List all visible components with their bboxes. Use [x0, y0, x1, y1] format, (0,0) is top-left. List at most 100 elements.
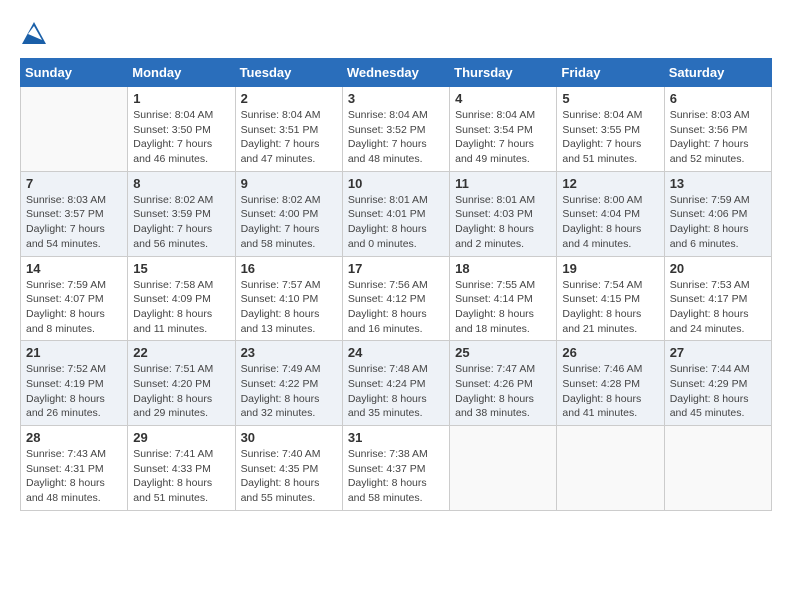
day-number: 1	[133, 91, 229, 106]
day-info: Sunrise: 8:04 AMSunset: 3:52 PMDaylight:…	[348, 108, 444, 167]
calendar-cell: 24 Sunrise: 7:48 AMSunset: 4:24 PMDayligh…	[342, 341, 449, 426]
calendar-cell: 31 Sunrise: 7:38 AMSunset: 4:37 PMDayligh…	[342, 426, 449, 511]
calendar-header-row: SundayMondayTuesdayWednesdayThursdayFrid…	[21, 59, 772, 87]
calendar-cell: 25 Sunrise: 7:47 AMSunset: 4:26 PMDayligh…	[450, 341, 557, 426]
day-number: 23	[241, 345, 337, 360]
calendar-cell	[557, 426, 664, 511]
day-number: 31	[348, 430, 444, 445]
page-header	[20, 20, 772, 48]
day-number: 5	[562, 91, 658, 106]
calendar-cell: 23 Sunrise: 7:49 AMSunset: 4:22 PMDayligh…	[235, 341, 342, 426]
day-number: 27	[670, 345, 766, 360]
calendar-cell: 29 Sunrise: 7:41 AMSunset: 4:33 PMDayligh…	[128, 426, 235, 511]
day-info: Sunrise: 7:41 AMSunset: 4:33 PMDaylight:…	[133, 447, 229, 506]
calendar-cell: 28Sunrise: 7:43 AMSunset: 4:31 PMDayligh…	[21, 426, 128, 511]
day-number: 12	[562, 176, 658, 191]
logo-icon	[20, 20, 48, 48]
day-number: 29	[133, 430, 229, 445]
day-info: Sunrise: 7:49 AMSunset: 4:22 PMDaylight:…	[241, 362, 337, 421]
calendar-table: SundayMondayTuesdayWednesdayThursdayFrid…	[20, 58, 772, 511]
day-number: 22	[133, 345, 229, 360]
calendar-cell: 7 Sunrise: 8:03 AMSunset: 3:57 PMDaylight…	[21, 171, 128, 256]
day-of-week-header: Saturday	[664, 59, 771, 87]
calendar-week-row: 14 Sunrise: 7:59 AMSunset: 4:07 PMDayligh…	[21, 256, 772, 341]
calendar-cell: 22 Sunrise: 7:51 AMSunset: 4:20 PMDayligh…	[128, 341, 235, 426]
day-info: Sunrise: 7:44 AMSunset: 4:29 PMDaylight:…	[670, 362, 766, 421]
day-of-week-header: Friday	[557, 59, 664, 87]
calendar-cell: 1 Sunrise: 8:04 AMSunset: 3:50 PMDaylight…	[128, 87, 235, 172]
day-info: Sunrise: 7:59 AMSunset: 4:06 PMDaylight:…	[670, 193, 766, 252]
calendar-cell: 20 Sunrise: 7:53 AMSunset: 4:17 PMDayligh…	[664, 256, 771, 341]
calendar-cell: 4 Sunrise: 8:04 AMSunset: 3:54 PMDaylight…	[450, 87, 557, 172]
calendar-cell: 2Sunrise: 8:04 AMSunset: 3:51 PMDaylight…	[235, 87, 342, 172]
day-number: 14	[26, 261, 122, 276]
day-info: Sunrise: 7:55 AMSunset: 4:14 PMDaylight:…	[455, 278, 551, 337]
day-number: 18	[455, 261, 551, 276]
day-of-week-header: Tuesday	[235, 59, 342, 87]
day-info: Sunrise: 7:59 AMSunset: 4:07 PMDaylight:…	[26, 278, 122, 337]
calendar-cell: 12 Sunrise: 8:00 AMSunset: 4:04 PMDayligh…	[557, 171, 664, 256]
calendar-cell	[21, 87, 128, 172]
day-number: 6	[670, 91, 766, 106]
day-number: 4	[455, 91, 551, 106]
day-info: Sunrise: 8:02 AMSunset: 4:00 PMDaylight:…	[241, 193, 337, 252]
calendar-cell: 19 Sunrise: 7:54 AMSunset: 4:15 PMDayligh…	[557, 256, 664, 341]
day-number: 10	[348, 176, 444, 191]
calendar-cell: 5 Sunrise: 8:04 AMSunset: 3:55 PMDaylight…	[557, 87, 664, 172]
day-number: 20	[670, 261, 766, 276]
calendar-week-row: 28Sunrise: 7:43 AMSunset: 4:31 PMDayligh…	[21, 426, 772, 511]
calendar-cell: 16 Sunrise: 7:57 AMSunset: 4:10 PMDayligh…	[235, 256, 342, 341]
day-info: Sunrise: 7:53 AMSunset: 4:17 PMDaylight:…	[670, 278, 766, 337]
calendar-cell	[664, 426, 771, 511]
calendar-cell: 21 Sunrise: 7:52 AMSunset: 4:19 PMDayligh…	[21, 341, 128, 426]
day-info: Sunrise: 8:04 AMSunset: 3:54 PMDaylight:…	[455, 108, 551, 167]
day-number: 19	[562, 261, 658, 276]
day-info: Sunrise: 7:51 AMSunset: 4:20 PMDaylight:…	[133, 362, 229, 421]
day-number: 24	[348, 345, 444, 360]
calendar-cell: 18 Sunrise: 7:55 AMSunset: 4:14 PMDayligh…	[450, 256, 557, 341]
day-info: Sunrise: 7:43 AMSunset: 4:31 PMDaylight:…	[26, 447, 122, 506]
day-info: Sunrise: 8:00 AMSunset: 4:04 PMDaylight:…	[562, 193, 658, 252]
day-number: 13	[670, 176, 766, 191]
logo	[20, 20, 52, 48]
day-number: 25	[455, 345, 551, 360]
calendar-cell: 9 Sunrise: 8:02 AMSunset: 4:00 PMDaylight…	[235, 171, 342, 256]
day-of-week-header: Thursday	[450, 59, 557, 87]
day-of-week-header: Sunday	[21, 59, 128, 87]
day-number: 11	[455, 176, 551, 191]
day-info: Sunrise: 8:03 AMSunset: 3:57 PMDaylight:…	[26, 193, 122, 252]
calendar-cell: 8Sunrise: 8:02 AMSunset: 3:59 PMDaylight…	[128, 171, 235, 256]
day-number: 7	[26, 176, 122, 191]
day-info: Sunrise: 7:54 AMSunset: 4:15 PMDaylight:…	[562, 278, 658, 337]
day-info: Sunrise: 7:58 AMSunset: 4:09 PMDaylight:…	[133, 278, 229, 337]
day-number: 21	[26, 345, 122, 360]
day-info: Sunrise: 8:04 AMSunset: 3:55 PMDaylight:…	[562, 108, 658, 167]
day-info: Sunrise: 7:40 AMSunset: 4:35 PMDaylight:…	[241, 447, 337, 506]
calendar-week-row: 1 Sunrise: 8:04 AMSunset: 3:50 PMDaylight…	[21, 87, 772, 172]
calendar-week-row: 7 Sunrise: 8:03 AMSunset: 3:57 PMDaylight…	[21, 171, 772, 256]
calendar-cell: 13 Sunrise: 7:59 AMSunset: 4:06 PMDayligh…	[664, 171, 771, 256]
day-info: Sunrise: 7:47 AMSunset: 4:26 PMDaylight:…	[455, 362, 551, 421]
calendar-cell: 3 Sunrise: 8:04 AMSunset: 3:52 PMDaylight…	[342, 87, 449, 172]
day-number: 30	[241, 430, 337, 445]
day-number: 15	[133, 261, 229, 276]
calendar-cell: 26Sunrise: 7:46 AMSunset: 4:28 PMDayligh…	[557, 341, 664, 426]
day-info: Sunrise: 8:04 AMSunset: 3:50 PMDaylight:…	[133, 108, 229, 167]
day-number: 16	[241, 261, 337, 276]
day-info: Sunrise: 7:48 AMSunset: 4:24 PMDaylight:…	[348, 362, 444, 421]
calendar-cell: 14 Sunrise: 7:59 AMSunset: 4:07 PMDayligh…	[21, 256, 128, 341]
day-info: Sunrise: 8:04 AMSunset: 3:51 PMDaylight:…	[241, 108, 337, 167]
day-info: Sunrise: 7:52 AMSunset: 4:19 PMDaylight:…	[26, 362, 122, 421]
day-number: 9	[241, 176, 337, 191]
day-info: Sunrise: 7:57 AMSunset: 4:10 PMDaylight:…	[241, 278, 337, 337]
day-number: 3	[348, 91, 444, 106]
calendar-cell: 6Sunrise: 8:03 AMSunset: 3:56 PMDaylight…	[664, 87, 771, 172]
day-info: Sunrise: 8:01 AMSunset: 4:01 PMDaylight:…	[348, 193, 444, 252]
day-info: Sunrise: 8:02 AMSunset: 3:59 PMDaylight:…	[133, 193, 229, 252]
day-info: Sunrise: 8:01 AMSunset: 4:03 PMDaylight:…	[455, 193, 551, 252]
calendar-cell: 11 Sunrise: 8:01 AMSunset: 4:03 PMDayligh…	[450, 171, 557, 256]
day-info: Sunrise: 7:38 AMSunset: 4:37 PMDaylight:…	[348, 447, 444, 506]
day-info: Sunrise: 7:46 AMSunset: 4:28 PMDaylight:…	[562, 362, 658, 421]
calendar-cell: 17Sunrise: 7:56 AMSunset: 4:12 PMDayligh…	[342, 256, 449, 341]
calendar-week-row: 21 Sunrise: 7:52 AMSunset: 4:19 PMDayligh…	[21, 341, 772, 426]
